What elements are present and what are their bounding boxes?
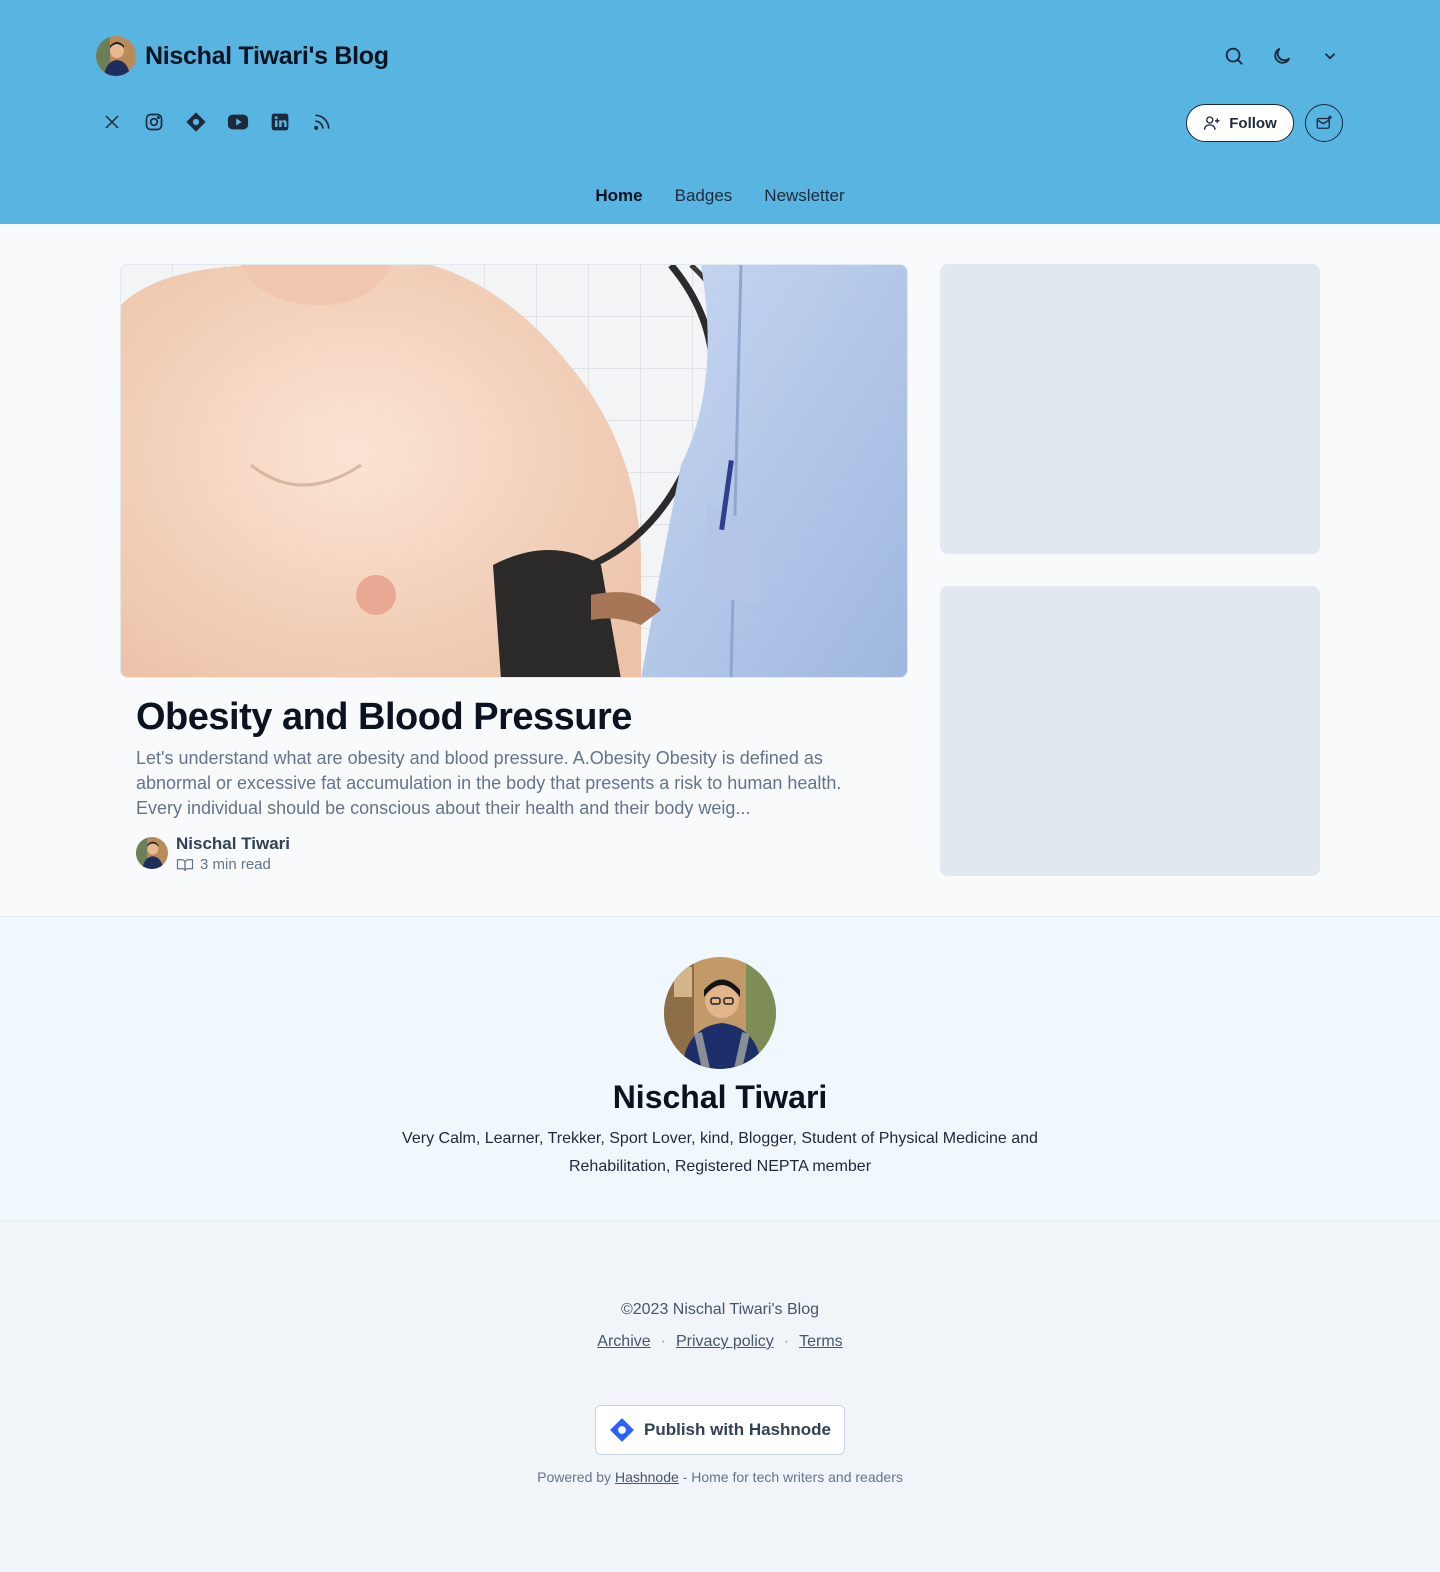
post-author-row: Nischal Tiwari 3 min read xyxy=(136,834,290,873)
read-time: 3 min read xyxy=(176,856,290,873)
powered-prefix: Powered by xyxy=(537,1469,612,1485)
powered-by: Powered by Hashnode - Home for tech writ… xyxy=(0,1469,1440,1485)
featured-post[interactable]: Obesity and Blood Pressure Let's underst… xyxy=(120,264,908,873)
post-cover-image[interactable] xyxy=(120,264,908,678)
mail-plus-icon xyxy=(1316,115,1332,129)
loading-placeholder xyxy=(940,264,1320,554)
author-name[interactable]: Nischal Tiwari xyxy=(0,1079,1440,1116)
book-open-icon xyxy=(176,858,194,871)
newsletter-subscribe-button[interactable] xyxy=(1305,104,1343,142)
follow-button[interactable]: Follow xyxy=(1186,104,1294,142)
hashnode-icon[interactable] xyxy=(184,108,208,136)
social-links xyxy=(100,108,334,136)
author-bio: Very Calm, Learner, Trekker, Sport Lover… xyxy=(402,1130,1038,1175)
author-avatar-large[interactable] xyxy=(664,957,776,1069)
hashnode-link[interactable]: Hashnode xyxy=(615,1469,679,1485)
loading-placeholder xyxy=(940,586,1320,876)
blog-avatar xyxy=(96,36,136,76)
publish-with-hashnode-button[interactable]: Publish with Hashnode xyxy=(595,1405,845,1455)
rss-icon[interactable] xyxy=(310,108,334,136)
nav-badges[interactable]: Badges xyxy=(675,186,733,206)
post-author-meta: Nischal Tiwari 3 min read xyxy=(176,834,290,873)
linkedin-icon[interactable] xyxy=(268,108,292,136)
nav-newsletter[interactable]: Newsletter xyxy=(764,186,844,206)
instagram-icon[interactable] xyxy=(142,108,166,136)
footer-links: Archive · Privacy policy · Terms xyxy=(0,1333,1440,1351)
publish-label: Publish with Hashnode xyxy=(643,1420,831,1439)
blog-brand[interactable]: Nischal Tiwari's Blog xyxy=(96,36,389,76)
footer-link-archive[interactable]: Archive xyxy=(597,1333,650,1351)
blog-title[interactable]: Nischal Tiwari's Blog xyxy=(145,42,389,71)
post-author-avatar[interactable] xyxy=(136,837,168,869)
blog-header: Nischal Tiwari's Blog Follow Home Badges… xyxy=(0,0,1440,224)
header-actions xyxy=(1220,40,1344,72)
separator-dot: · xyxy=(783,1333,790,1350)
user-plus-icon xyxy=(1204,116,1220,130)
search-icon[interactable] xyxy=(1220,40,1248,72)
footer-link-privacy[interactable]: Privacy policy xyxy=(676,1333,774,1351)
post-title[interactable]: Obesity and Blood Pressure xyxy=(136,696,632,739)
nav-home[interactable]: Home xyxy=(595,186,642,206)
post-author-name[interactable]: Nischal Tiwari xyxy=(176,834,290,854)
separator-dot: · xyxy=(660,1333,666,1350)
copyright: ©2023 Nischal Tiwari's Blog xyxy=(620,1301,820,1318)
hashnode-logo-icon xyxy=(610,1418,634,1442)
chevron-down-icon[interactable] xyxy=(1316,40,1344,72)
youtube-icon[interactable] xyxy=(226,108,250,136)
post-excerpt[interactable]: Let's understand what are obesity and bl… xyxy=(136,746,886,821)
author-section: Nischal Tiwari Very Calm, Learner, Trekk… xyxy=(0,916,1440,1222)
follow-label: Follow xyxy=(1229,114,1277,132)
x-twitter-icon[interactable] xyxy=(100,108,124,136)
footer-link-terms[interactable]: Terms xyxy=(799,1333,843,1351)
footer: ©2023 Nischal Tiwari's Blog Archive · Pr… xyxy=(0,1223,1440,1572)
powered-suffix: - Home for tech writers and readers xyxy=(682,1469,903,1485)
moon-icon[interactable] xyxy=(1268,40,1296,72)
main-nav: Home Badges Newsletter xyxy=(0,186,1440,206)
read-time-label: 3 min read xyxy=(200,856,271,873)
